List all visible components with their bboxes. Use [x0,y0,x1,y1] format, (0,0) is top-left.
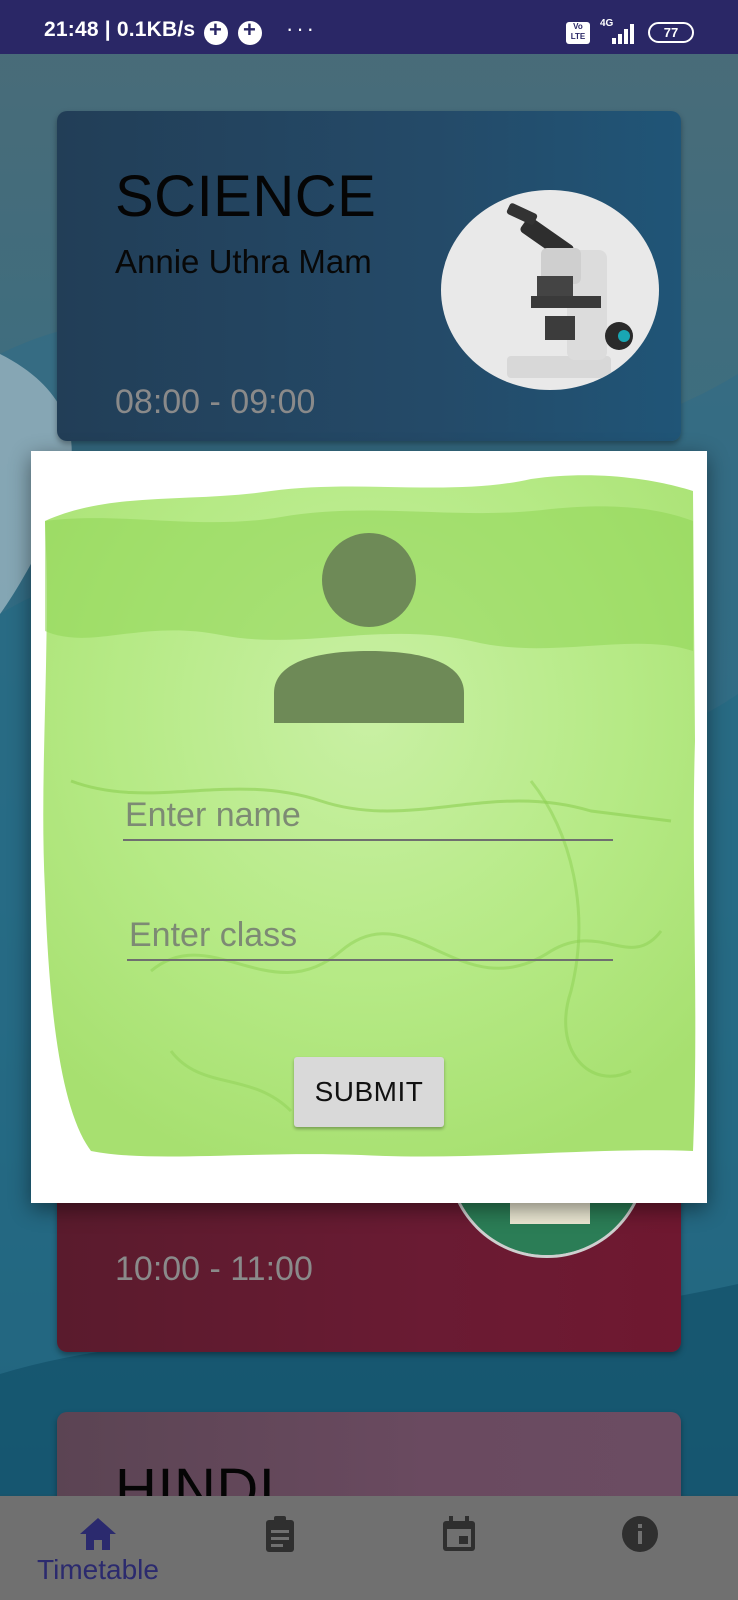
class-card-science[interactable]: SCIENCE Annie Uthra Mam 08:00 - 09:00 [57,111,681,441]
calendar-icon [443,1516,475,1551]
nav-item-assignments[interactable] [240,1496,320,1600]
nav-item-about[interactable] [600,1496,680,1600]
nav-label-timetable: Timetable [37,1554,159,1585]
name-field[interactable] [123,791,613,841]
class-field[interactable] [127,911,613,961]
notification-icon [238,17,262,45]
submit-button[interactable]: SUBMIT [294,1057,444,1127]
person-icon [274,533,464,723]
clipboard-icon [266,1516,294,1552]
nav-item-calendar[interactable] [419,1496,499,1600]
status-time: 21:48 | 0.1KB/s [44,18,196,41]
signal-icon [612,22,638,44]
class-input[interactable] [127,911,613,959]
card-time: 10:00 - 11:00 [115,1250,313,1288]
more-notifications-icon: ··· [286,16,317,41]
card-teacher: Annie Uthra Mam [115,243,372,280]
info-icon [622,1516,658,1552]
home-icon [80,1518,116,1550]
status-bar: 21:48 | 0.1KB/s ··· Vo LTE 4G 77 [0,0,738,54]
card-subject: SCIENCE [115,164,377,229]
bottom-navigation: Timetable [0,1496,738,1600]
notification-icon [204,17,228,45]
card-time: 08:00 - 09:00 [115,383,316,421]
user-info-dialog: SUBMIT [31,451,707,1203]
name-input[interactable] [123,791,613,839]
battery-icon: 77 [648,22,694,43]
volte-icon: Vo LTE [566,22,590,44]
microscope-icon [441,190,659,390]
nav-item-timetable[interactable]: Timetable [28,1496,168,1600]
